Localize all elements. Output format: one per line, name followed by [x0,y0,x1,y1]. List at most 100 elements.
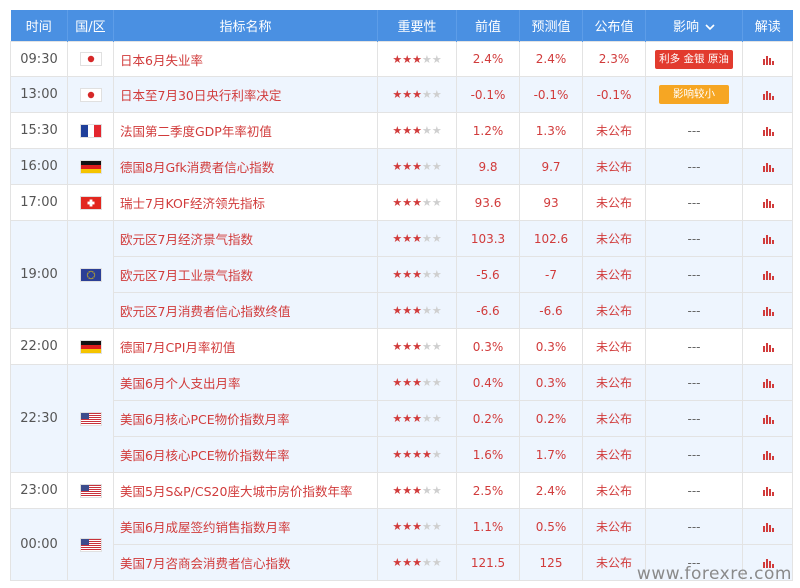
bar-chart-icon[interactable] [762,378,774,388]
bar-chart-icon[interactable] [762,306,774,316]
impact-cell: --- [645,436,743,473]
star-filled-icon: ★ [402,232,413,245]
previous-value: 93.6 [456,184,520,221]
bar-chart-icon[interactable] [762,126,774,136]
star-filled-icon: ★ [412,52,422,66]
star-empty-icon: ★ [421,196,432,209]
star-filled-icon: ★ [402,124,413,137]
indicator-name-link[interactable]: 美国6月核心PCE物价指数年率 [113,436,378,473]
bar-chart-icon[interactable] [762,342,774,352]
star-empty-icon: ★ [431,196,442,209]
bar-chart-icon[interactable] [762,486,774,496]
star-filled-icon: ★ [412,340,422,353]
time-cell: 16:00 [10,148,68,185]
analysis-cell [742,328,793,365]
impact-cell: --- [645,508,743,545]
previous-value: 103.3 [456,220,520,257]
france-flag-icon [79,123,102,138]
star-filled-icon: ★ [392,412,403,425]
bar-chart-icon[interactable] [762,270,774,280]
indicator-name-link[interactable]: 美国6月成屋签约销售指数月率 [113,508,378,545]
analysis-cell [742,436,793,473]
analysis-cell [742,112,793,149]
bar-chart-icon[interactable] [762,90,774,100]
star-filled-icon: ★ [392,88,403,101]
star-filled-icon: ★ [402,304,413,317]
star-filled-icon: ★ [412,232,422,245]
star-filled-icon: ★ [412,196,422,209]
header-impact-label: 影响 [672,20,699,35]
actual-value: 未公布 [582,112,646,149]
country-flag-cell [67,220,114,329]
indicator-name-link[interactable]: 日本6月失业率 [113,41,378,77]
indicator-name-link[interactable]: 美国6月个人支出月率 [113,364,378,401]
actual-value: -0.1% [582,76,646,113]
bar-chart-icon[interactable] [762,450,774,460]
indicator-name-link[interactable]: 德国7月CPI月率初值 [113,328,378,365]
star-filled-icon: ★ [402,268,413,281]
indicator-name-link[interactable]: 欧元区7月工业景气指数 [113,256,378,293]
usa-flag-icon [79,483,102,498]
star-filled-icon: ★ [402,196,413,209]
indicator-name-link[interactable]: 美国7月咨商会消费者信心指数 [113,544,378,581]
forecast-value: 2.4% [519,41,583,77]
star-filled-icon: ★ [392,448,403,461]
country-flag-cell [67,148,114,185]
header-importance: 重要性 [377,10,457,42]
star-filled-icon: ★ [412,268,422,281]
indicator-name-link[interactable]: 法国第二季度GDP年率初值 [113,112,378,149]
forecast-value: 125 [519,544,583,581]
header-country: 国/区 [67,10,114,42]
indicator-name-link[interactable]: 美国6月核心PCE物价指数月率 [113,400,378,437]
indicator-name-link[interactable]: 欧元区7月经济景气指数 [113,220,378,257]
star-empty-icon: ★ [421,340,432,353]
bar-chart-icon[interactable] [762,55,774,65]
japan-flag-icon [79,52,102,67]
table-row: 美国6月核心PCE物价指数年率 ★★★★★ 1.6% 1.7% 未公布 --- [11,436,793,473]
forecast-value: 102.6 [519,220,583,257]
bar-chart-icon[interactable] [762,522,774,532]
indicator-name-link[interactable]: 瑞士7月KOF经济领先指标 [113,184,378,221]
star-filled-icon: ★ [402,520,413,533]
actual-value: 未公布 [582,364,646,401]
bar-chart-icon[interactable] [762,162,774,172]
country-flag-cell [67,508,114,581]
analysis-cell [742,472,793,509]
previous-value: 0.3% [456,328,520,365]
bar-chart-icon[interactable] [762,198,774,208]
analysis-cell [742,364,793,401]
importance-stars: ★★★★★ [377,508,457,545]
indicator-name-link[interactable]: 日本至7月30日央行利率决定 [113,76,378,113]
star-filled-icon: ★ [412,412,422,425]
germany-flag-icon [79,339,102,354]
actual-value: 未公布 [582,436,646,473]
table-row: 13:00 日本至7月30日央行利率决定 ★★★★★ -0.1% -0.1% -0.1% 影… [10,76,793,113]
indicator-name-link[interactable]: 欧元区7月消费者信心指数终值 [113,292,378,329]
country-flag-cell [67,472,114,509]
bar-chart-icon[interactable] [762,414,774,424]
indicator-name-link[interactable]: 德国8月Gfk消费者信心指数 [113,148,378,185]
star-filled-icon: ★ [392,304,403,317]
time-cell: 17:00 [10,184,68,221]
actual-value: 未公布 [582,400,646,437]
header-analysis: 解读 [742,10,793,42]
germany-flag-icon [79,159,102,174]
header-impact-dropdown[interactable]: 影响 [645,10,743,42]
star-empty-icon: ★ [431,304,442,317]
star-empty-icon: ★ [421,232,432,245]
star-filled-icon: ★ [392,340,403,353]
indicator-name-link[interactable]: 美国5月S&P/CS20座大城市房价指数年率 [113,472,378,509]
bar-chart-icon[interactable] [762,234,774,244]
impact-cell: --- [645,112,743,149]
star-filled-icon: ★ [402,160,413,173]
previous-value: 2.4% [456,41,520,77]
switzerland-flag-icon [79,195,102,210]
previous-value: 0.2% [456,400,520,437]
previous-value: 1.2% [456,112,520,149]
table-row: 17:00 瑞士7月KOF经济领先指标 ★★★★★ 93.6 93 未公布 --- [10,184,793,221]
analysis-cell [742,508,793,545]
country-flag-cell [67,112,114,149]
star-filled-icon: ★ [392,124,403,137]
analysis-cell [742,220,793,257]
actual-value: 未公布 [582,148,646,185]
